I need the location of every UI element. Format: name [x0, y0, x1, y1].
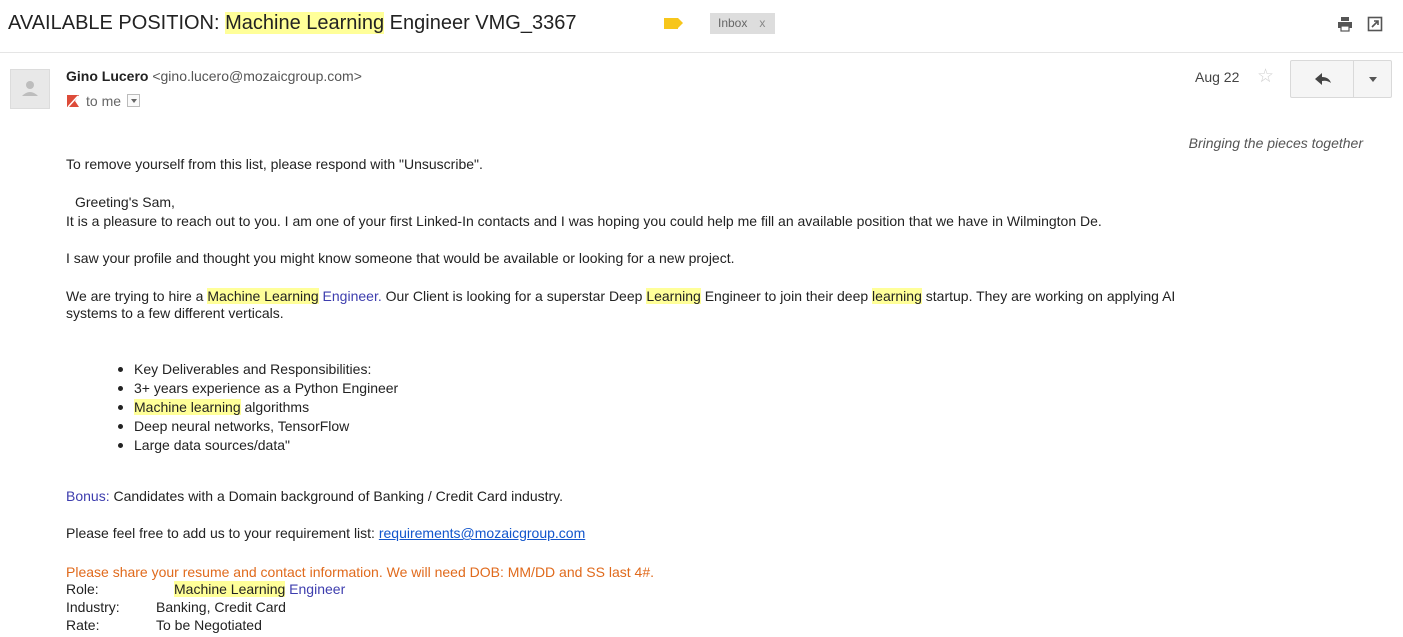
share-resume-note: Please share your resume and contact inf…	[66, 564, 655, 580]
requirements-email-link[interactable]: requirements@mozaicgroup.com	[379, 525, 585, 541]
subject-divider	[0, 52, 1403, 53]
hire-paragraph-line2: systems to a few different verticals.	[66, 305, 284, 321]
list-item-text: Key Deliverables and Responsibilities:	[134, 361, 372, 377]
hire-paragraph-line1: We are trying to hire a Machine Learning…	[66, 288, 1175, 305]
list-item: Deep neural networks, TensorFlow	[118, 417, 398, 436]
email-date: Aug 22	[1195, 69, 1240, 85]
sender-name[interactable]: Gino Lucero	[66, 68, 148, 84]
important-marker-icon[interactable]	[66, 94, 80, 108]
sender-email: <gino.lucero@mozaicgroup.com>	[152, 68, 362, 84]
role-label: Role:	[66, 581, 99, 597]
label-tag-icon[interactable]	[664, 18, 683, 29]
list-item-text: Deep neural networks, TensorFlow	[134, 418, 350, 434]
reply-icon	[1315, 73, 1331, 85]
hire-highlight-1: Machine Learning	[207, 288, 319, 304]
hire-text-4: Engineer to join their deep	[700, 288, 873, 304]
to-me-label: to me	[86, 93, 122, 109]
profile-paragraph: I saw your profile and thought you might…	[66, 250, 735, 266]
intro-paragraph: It is a pleasure to reach out to you. I …	[66, 213, 1102, 229]
hire-text-1: We are trying to hire a	[66, 288, 208, 304]
role-row: Role: Machine Learning Engineer	[66, 581, 345, 598]
subject-bar: AVAILABLE POSITION: Machine Learning Eng…	[8, 0, 1403, 50]
hire-text-2: Engineer.	[318, 288, 382, 304]
sender-line: Gino Lucero <gino.lucero@mozaicgroup.com…	[66, 68, 362, 84]
list-item-text: Large data sources/data"	[134, 437, 290, 453]
inbox-chip-label: Inbox	[718, 16, 748, 30]
hire-highlight-2: Learning	[646, 288, 701, 304]
star-icon[interactable]: ☆	[1257, 65, 1274, 88]
industry-label: Industry:	[66, 599, 120, 615]
requirement-line: Please feel free to add us to your requi…	[66, 525, 585, 542]
list-item: Large data sources/data"	[118, 436, 398, 455]
recipient-line: to me	[66, 93, 141, 109]
subject-highlight: Machine Learning	[225, 12, 385, 34]
reply-button-group	[1290, 60, 1392, 98]
reply-button[interactable]	[1291, 61, 1353, 97]
chevron-down-icon[interactable]	[1354, 61, 1391, 97]
rate-value: To be Negotiated	[156, 617, 262, 633]
bonus-label: Bonus:	[66, 488, 110, 504]
role-value: Engineer	[285, 581, 346, 597]
bonus-line: Bonus: Candidates with a Domain backgrou…	[66, 488, 563, 505]
list-item: 3+ years experience as a Python Engineer	[118, 379, 398, 398]
list-item-highlight: Machine learning	[134, 399, 241, 415]
show-details-dropdown[interactable]	[127, 94, 141, 107]
inbox-label-chip[interactable]: Inbox x	[710, 13, 776, 34]
subject-suffix: Engineer VMG_3367	[384, 12, 577, 34]
industry-value: Banking, Credit Card	[156, 599, 286, 615]
subject-prefix: AVAILABLE POSITION:	[8, 12, 226, 34]
avatar-person-icon	[22, 81, 38, 96]
rate-row: Rate: To be Negotiated	[66, 617, 262, 634]
list-item: Key Deliverables and Responsibilities:	[118, 360, 398, 379]
greeting: Greeting's Sam,	[75, 194, 175, 210]
new-window-icon[interactable]	[1367, 16, 1383, 32]
rate-label: Rate:	[66, 617, 100, 633]
responsibilities-list: Key Deliverables and Responsibilities: 3…	[118, 360, 398, 455]
remove-label-button[interactable]: x	[759, 16, 765, 30]
industry-row: Industry: Banking, Credit Card	[66, 599, 286, 616]
signature-tagline: Bringing the pieces together	[1188, 135, 1363, 151]
unsubscribe-note: To remove yourself from this list, pleas…	[66, 156, 483, 172]
requirement-text: Please feel free to add us to your requi…	[66, 525, 379, 541]
hire-text-3: Our Client is looking for a superstar De…	[381, 288, 647, 304]
hire-highlight-3: learning	[872, 288, 922, 304]
bonus-text: Candidates with a Domain background of B…	[109, 488, 564, 504]
print-icon[interactable]	[1337, 16, 1353, 32]
list-item-text: 3+ years experience as a Python Engineer	[134, 380, 399, 396]
avatar[interactable]	[10, 69, 50, 109]
email-subject: AVAILABLE POSITION: Machine Learning Eng…	[8, 12, 576, 35]
list-item: Machine learning algorithms	[118, 398, 398, 417]
role-highlight: Machine Learning	[174, 581, 286, 597]
list-item-text: algorithms	[240, 399, 310, 415]
hire-text-5: startup. They are working on applying AI	[921, 288, 1176, 304]
